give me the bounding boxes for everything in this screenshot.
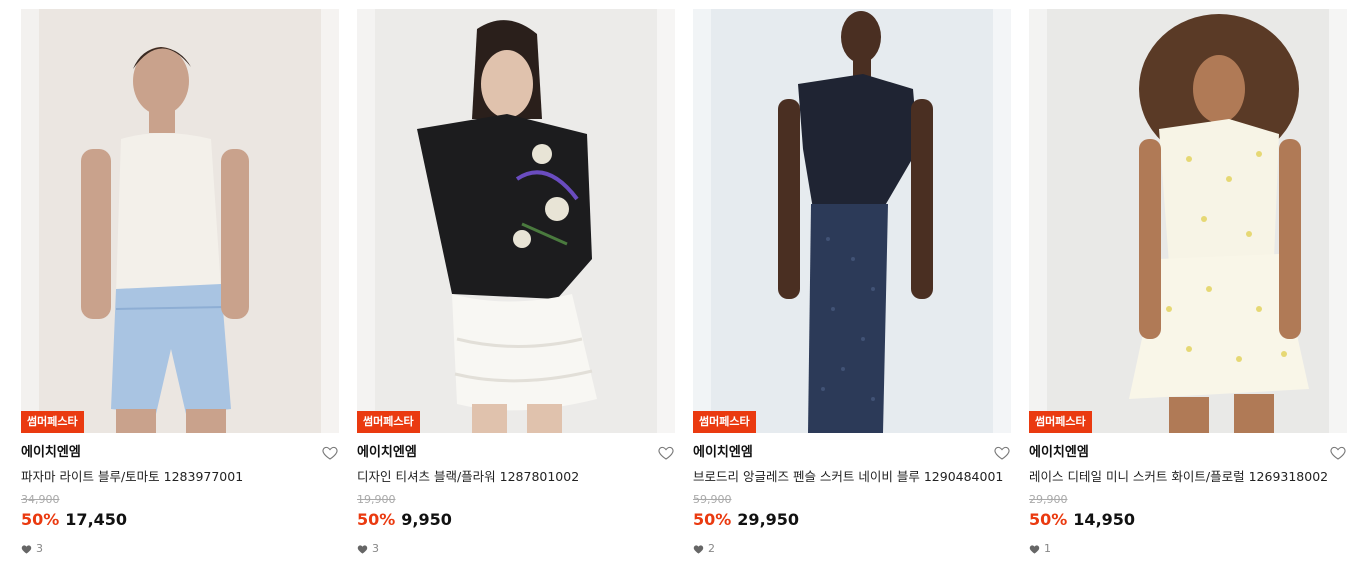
product-name[interactable]: 디자인 티셔츠 블랙/플라워 1287801002 <box>357 468 675 486</box>
likes-number: 3 <box>372 542 379 555</box>
sale-price: 17,450 <box>65 510 128 529</box>
likes-number: 2 <box>708 542 715 555</box>
brand-name[interactable]: 에이치엔엠 <box>1029 444 1347 462</box>
product-name[interactable]: 레이스 디테일 미니 스커트 화이트/플로럴 1269318002 <box>1029 468 1347 486</box>
product-photo-graphic-tshirt <box>357 9 675 433</box>
product-image[interactable]: 썸머페스타 <box>21 9 339 433</box>
original-price: 59,900 <box>693 493 732 506</box>
discount-rate: 50% <box>693 510 732 529</box>
discount-rate: 50% <box>21 510 60 529</box>
sale-price: 29,950 <box>737 510 800 529</box>
heart-outline-icon[interactable] <box>993 444 1011 462</box>
heart-outline-icon[interactable] <box>657 444 675 462</box>
heart-filled-icon <box>693 545 704 554</box>
product-photo-lace-mini-skirt <box>1029 9 1347 433</box>
product-name[interactable]: 브로드리 앙글레즈 펜슬 스커트 네이비 블루 1290484001 <box>693 468 1011 486</box>
discount-rate: 50% <box>357 510 396 529</box>
likes-count: 3 <box>357 542 675 556</box>
original-price: 34,900 <box>21 493 60 506</box>
product-photo-tank-top-shorts <box>21 9 339 433</box>
price-row: 50% 17,450 <box>21 510 339 530</box>
brand-name[interactable]: 에이치엔엠 <box>21 444 339 462</box>
heart-filled-icon <box>357 545 368 554</box>
sale-price: 9,950 <box>401 510 452 529</box>
promo-badge: 썸머페스타 <box>693 411 756 433</box>
heart-filled-icon <box>1029 545 1040 554</box>
promo-badge: 썸머페스타 <box>357 411 420 433</box>
product-image[interactable]: 썸머페스타 <box>693 9 1011 433</box>
likes-number: 1 <box>1044 542 1051 555</box>
price-row: 50% 14,950 <box>1029 510 1347 530</box>
likes-count: 2 <box>693 542 1011 556</box>
price-row: 50% 9,950 <box>357 510 675 530</box>
product-card[interactable]: 썸머페스타 에이치엔엠 브로드리 앙글레즈 펜슬 스커트 네이비 블루 1290… <box>693 9 1011 556</box>
original-price: 29,900 <box>1029 493 1068 506</box>
product-card[interactable]: 썸머페스타 에이치엔엠 파자마 라이트 블루/토마토 1283977001 34… <box>21 9 339 556</box>
product-image[interactable]: 썸머페스타 <box>357 9 675 433</box>
promo-badge: 썸머페스타 <box>21 411 84 433</box>
product-name[interactable]: 파자마 라이트 블루/토마토 1283977001 <box>21 468 339 486</box>
brand-name[interactable]: 에이치엔엠 <box>693 444 1011 462</box>
brand-name[interactable]: 에이치엔엠 <box>357 444 675 462</box>
likes-number: 3 <box>36 542 43 555</box>
likes-count: 3 <box>21 542 339 556</box>
product-card[interactable]: 썸머페스타 에이치엔엠 레이스 디테일 미니 스커트 화이트/플로럴 12693… <box>1029 9 1347 556</box>
original-price: 19,900 <box>357 493 396 506</box>
product-photo-pencil-skirt <box>693 9 1011 433</box>
sale-price: 14,950 <box>1073 510 1136 529</box>
heart-outline-icon[interactable] <box>1329 444 1347 462</box>
likes-count: 1 <box>1029 542 1347 556</box>
product-image[interactable]: 썸머페스타 <box>1029 9 1347 433</box>
promo-badge: 썸머페스타 <box>1029 411 1092 433</box>
product-grid: 썸머페스타 에이치엔엠 파자마 라이트 블루/토마토 1283977001 34… <box>0 0 1352 579</box>
price-row: 50% 29,950 <box>693 510 1011 530</box>
heart-filled-icon <box>21 545 32 554</box>
heart-outline-icon[interactable] <box>321 444 339 462</box>
product-card[interactable]: 썸머페스타 에이치엔엠 디자인 티셔츠 블랙/플라워 1287801002 19… <box>357 9 675 556</box>
discount-rate: 50% <box>1029 510 1068 529</box>
